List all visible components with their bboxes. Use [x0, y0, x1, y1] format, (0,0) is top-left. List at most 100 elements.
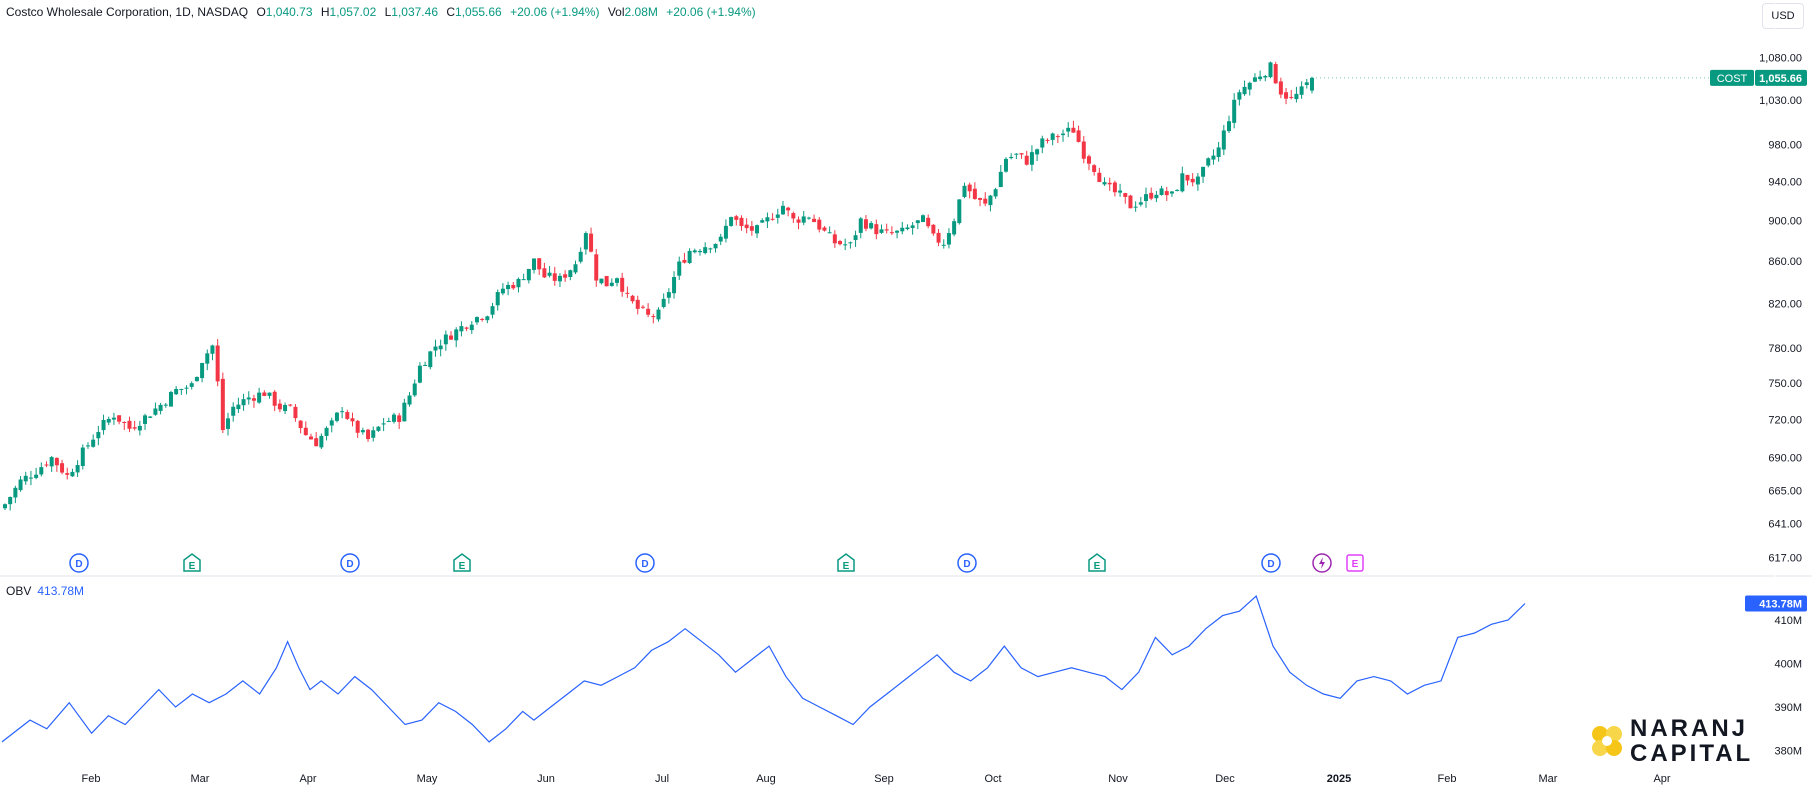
candle-body [54, 457, 59, 466]
candle-body [941, 244, 946, 246]
obv-legend-value: 413.78M [37, 584, 85, 598]
logo-icon [1592, 726, 1622, 756]
candle-body [1050, 133, 1055, 140]
candle-body [60, 463, 65, 473]
x-tick-label: Dec [1215, 773, 1235, 785]
candle-body [770, 218, 775, 220]
candle-body [163, 404, 168, 406]
candle-body [889, 232, 894, 234]
candle-body [884, 229, 889, 231]
candle-body [1035, 149, 1040, 155]
dividend-marker-letter: D [75, 559, 82, 570]
candle-body [749, 226, 754, 231]
candle-body [127, 420, 132, 429]
x-tick-label: Oct [984, 773, 1001, 785]
candle-body [817, 219, 822, 230]
x-tick-label: Jul [655, 773, 669, 785]
candle-body [791, 213, 796, 219]
candle-body [843, 244, 848, 246]
candle-body [573, 264, 578, 273]
candle-body [148, 416, 153, 418]
candle-body [391, 414, 396, 422]
candle-body [1185, 174, 1190, 181]
x-tick-label: Nov [1108, 773, 1128, 785]
candle-body [480, 318, 485, 320]
candle-body [65, 473, 70, 475]
candle-body [578, 251, 583, 262]
candle-body [646, 308, 651, 315]
candle-body [474, 317, 479, 323]
candle-body [895, 230, 900, 233]
candle-body [620, 277, 625, 292]
candle-body [1014, 153, 1019, 155]
candle-body [983, 198, 988, 204]
candle-body [822, 227, 827, 231]
candle-body [350, 418, 355, 422]
obv-legend-label[interactable]: OBV [6, 584, 31, 598]
candle-body [806, 217, 811, 219]
dividend-marker-letter: D [346, 559, 353, 570]
candle-body [23, 475, 28, 482]
candle-body [39, 467, 44, 475]
candle-body [1289, 96, 1294, 98]
candle-body [563, 274, 568, 278]
candle-body [640, 306, 645, 308]
x-tick-label: May [417, 773, 438, 785]
candle-body [682, 259, 687, 263]
candle-body [1029, 152, 1034, 165]
candle-body [1149, 192, 1154, 199]
candle-body [765, 217, 770, 222]
candle-body [1309, 77, 1314, 91]
price-tick-label: 720.00 [1768, 415, 1802, 427]
candle-body [303, 427, 308, 436]
candle-body [957, 199, 962, 224]
price-tick-label: 860.00 [1768, 256, 1802, 268]
candle-body [241, 399, 246, 406]
candle-body [1097, 172, 1102, 182]
candle-body [542, 268, 547, 278]
candle-body [3, 504, 7, 509]
candle-body [189, 383, 194, 387]
candle-body [1019, 153, 1024, 155]
candle-body [314, 438, 319, 447]
candle-body [428, 351, 433, 368]
chart-canvas[interactable]: Feb Mar Apr May Jun Jul Aug Sep Oct Nov Dec 2025 Feb… [0, 0, 1812, 791]
candle-body [329, 420, 334, 426]
candle-body [936, 232, 941, 243]
candle-body [853, 235, 858, 240]
candle-body [454, 329, 459, 341]
candle-body [44, 464, 49, 466]
candle-body [8, 497, 13, 505]
candle-body [106, 419, 111, 423]
candle-body [433, 346, 438, 351]
candle-body [858, 218, 863, 233]
candle-body [1164, 191, 1169, 196]
candle-body [246, 397, 251, 400]
candle-body [91, 439, 96, 447]
candle-body [755, 225, 760, 234]
dividend-marker-letter: D [963, 559, 970, 570]
candle-body [423, 364, 428, 366]
candle-body [1195, 176, 1200, 185]
candle-body [355, 420, 360, 433]
candle-body [96, 432, 101, 439]
candle-body [469, 324, 474, 331]
candle-body [464, 327, 469, 329]
candle-body [1284, 92, 1289, 99]
price-tick-label: 641.00 [1768, 518, 1802, 530]
candle-body [506, 284, 511, 290]
candle-body [334, 412, 339, 421]
candle-body [360, 430, 365, 433]
candle-body [490, 306, 495, 315]
candle-body [1045, 139, 1050, 141]
candle-body [85, 445, 90, 447]
candle-body [1061, 133, 1066, 136]
x-tick-label: Mar [1539, 773, 1558, 785]
candle-body [345, 411, 350, 419]
candle-body [1206, 158, 1211, 166]
candle-body [231, 406, 236, 416]
candle-body [874, 224, 879, 235]
price-tag-symbol: COST [1717, 73, 1748, 85]
x-tick-label: Sep [874, 773, 894, 785]
candle-body [402, 402, 407, 422]
